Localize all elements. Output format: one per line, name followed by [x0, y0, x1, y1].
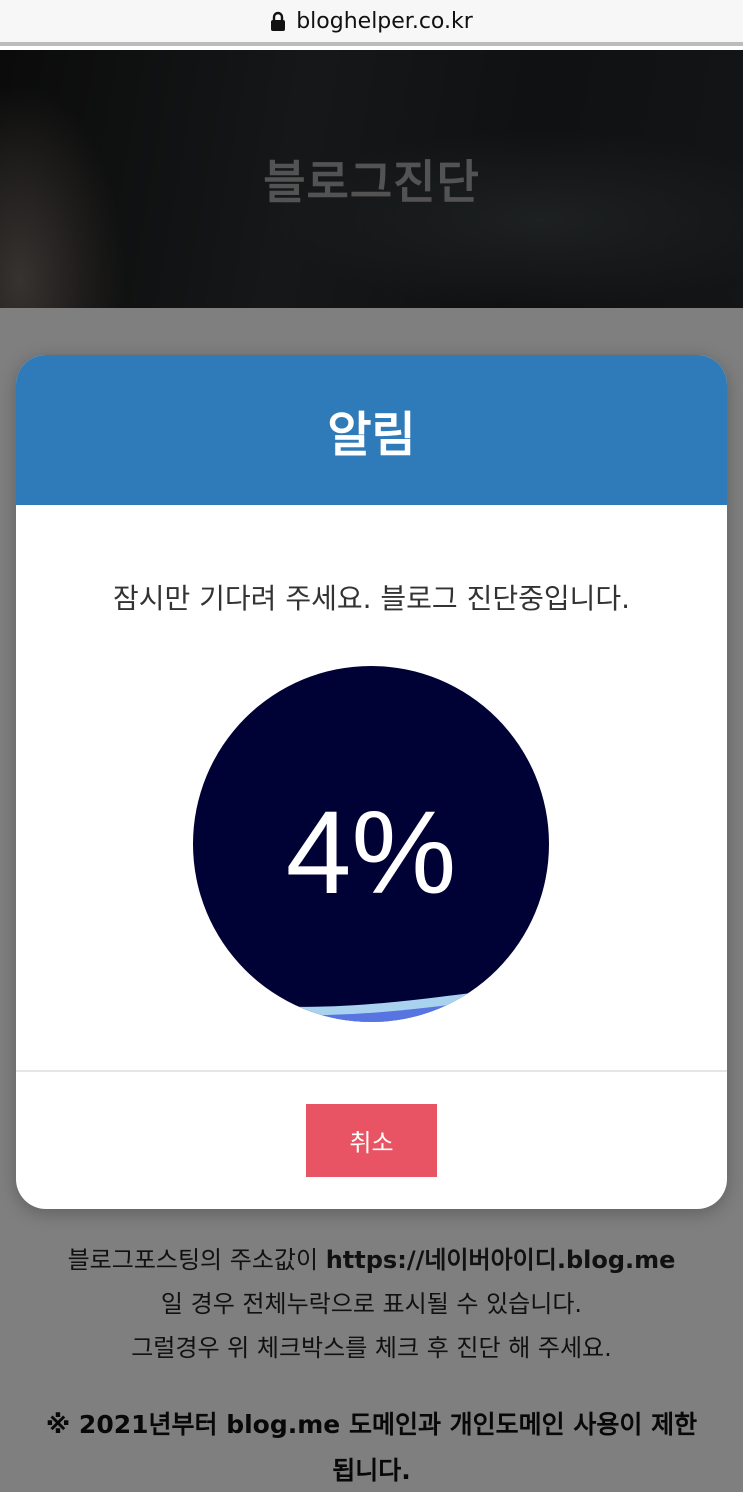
modal-header: 알림 [16, 355, 727, 505]
browser-url-bar[interactable]: bloghelper.co.kr [0, 0, 743, 46]
browser-url[interactable]: bloghelper.co.kr [296, 9, 473, 34]
modal-message: 잠시만 기다려 주세요. 블로그 진단중입니다. [112, 582, 631, 615]
modal-title: 알림 [327, 407, 416, 463]
alert-modal: 알림 잠시만 기다려 주세요. 블로그 진단중입니다. 4% 취소 [16, 355, 727, 1209]
modal-divider [16, 1070, 727, 1072]
cancel-button[interactable]: 취소 [306, 1104, 437, 1177]
progress-percent: 4% [285, 787, 457, 919]
progress-circle: 4% [193, 666, 549, 1022]
lock-icon [270, 11, 286, 31]
